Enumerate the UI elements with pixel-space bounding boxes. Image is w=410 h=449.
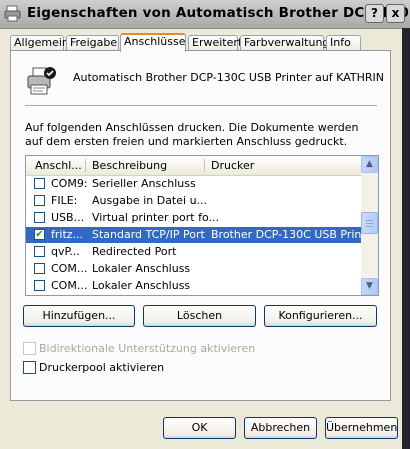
tab-farbverwaltung[interactable]: Farbverwaltung xyxy=(240,35,329,51)
printer-icon xyxy=(27,67,56,95)
printer-pool-label: Druckerpool aktivieren xyxy=(39,361,165,374)
window-title: Eigenschaften von Automatisch Brother DC… xyxy=(27,5,410,21)
port-row[interactable]: COM... Lokaler Anschluss xyxy=(26,261,361,277)
port-name: qvP... xyxy=(51,245,80,258)
column-header-port[interactable]: Anschl... xyxy=(35,159,82,172)
column-separator[interactable] xyxy=(204,159,205,172)
port-name: COM9: xyxy=(51,177,88,190)
printer-name: Automatisch Brother DCP-130C USB Printer… xyxy=(73,71,384,84)
apply-button[interactable]: Übernehmen xyxy=(325,417,398,439)
port-name: USB... xyxy=(51,211,85,224)
port-row[interactable]: USB... Virtual printer port fo... xyxy=(26,210,361,226)
port-checkbox[interactable]: ✔ xyxy=(34,229,45,240)
port-row[interactable]: FILE: Ausgabe in Datei u... xyxy=(26,193,361,209)
port-checkbox[interactable] xyxy=(34,246,45,257)
ok-button[interactable]: OK xyxy=(163,417,236,439)
title-bar: Eigenschaften von Automatisch Brother DC… xyxy=(0,0,410,29)
port-checkbox[interactable] xyxy=(34,178,45,189)
port-description-text: Auf folgenden Anschlüssen drucken. Die D… xyxy=(25,121,359,148)
add-port-button[interactable]: Hinzufügen... xyxy=(23,305,135,327)
port-description: Serieller Anschluss xyxy=(92,177,196,190)
port-name: COM... xyxy=(51,262,88,275)
scroll-down-button[interactable]: ▼ xyxy=(361,278,378,295)
port-printer: Brother DCP-130C USB Printer xyxy=(211,228,377,241)
tab-info[interactable]: Info xyxy=(326,35,361,51)
port-list[interactable]: Anschl... Beschreibung Drucker COM9: Seri… xyxy=(25,155,379,296)
column-separator[interactable] xyxy=(85,159,86,172)
printer-pool-checkbox[interactable] xyxy=(23,361,36,374)
window-edge xyxy=(402,28,410,449)
divider xyxy=(25,105,377,106)
vertical-scrollbar[interactable]: ▲ ▼ xyxy=(361,156,378,295)
tab-allgemein[interactable]: Allgemein xyxy=(10,35,69,51)
port-description: Lokaler Anschluss xyxy=(92,262,191,275)
port-name: fritz... xyxy=(51,228,84,241)
port-description: Redirected Port xyxy=(92,245,177,258)
port-checkbox[interactable] xyxy=(34,263,45,274)
column-header-description[interactable]: Beschreibung xyxy=(92,159,167,172)
scroll-up-button[interactable]: ▲ xyxy=(361,156,378,173)
port-description: Ausgabe in Datei u... xyxy=(92,194,208,207)
tab-panel: Automatisch Brother DCP-130C USB Printer… xyxy=(10,50,391,401)
configure-port-button[interactable]: Konfigurieren... xyxy=(264,305,377,327)
port-description: Standard TCP/IP Port xyxy=(92,228,205,241)
close-button[interactable]: x xyxy=(386,4,405,23)
bidirectional-label: Bidirektionale Unterstützung aktivieren xyxy=(39,342,256,355)
tab-anschluesse[interactable]: Anschlüsse xyxy=(120,33,186,52)
delete-port-button[interactable]: Löschen xyxy=(143,305,256,327)
scroll-thumb[interactable] xyxy=(361,212,378,234)
port-checkbox[interactable] xyxy=(34,195,45,206)
port-checkbox[interactable] xyxy=(34,280,45,291)
port-row[interactable]: ✔ fritz... Standard TCP/IP Port Brother DCP… xyxy=(26,227,377,243)
port-checkbox[interactable] xyxy=(34,212,45,223)
port-description: Virtual printer port fo... xyxy=(92,211,220,224)
port-name: FILE: xyxy=(51,194,78,207)
port-name: COM... xyxy=(51,279,88,292)
printer-icon xyxy=(4,5,21,22)
tab-strip: Allgemein Freigabe Anschlüsse Erweitert … xyxy=(10,33,390,52)
tab-erweitert[interactable]: Erweitert xyxy=(188,35,242,51)
port-row[interactable]: qvP... Redirected Port xyxy=(26,244,361,260)
port-description: Lokaler Anschluss xyxy=(92,279,191,292)
column-header-printer[interactable]: Drucker xyxy=(211,159,254,172)
port-row[interactable]: COM9: Serieller Anschluss xyxy=(26,176,361,192)
port-row[interactable]: COM... Lokaler Anschluss xyxy=(26,278,361,294)
cancel-button[interactable]: Abbrechen xyxy=(244,417,317,439)
list-header: Anschl... Beschreibung Drucker xyxy=(26,156,361,176)
bidirectional-checkbox[interactable] xyxy=(23,342,36,355)
help-button[interactable]: ? xyxy=(365,4,384,23)
tab-freigabe[interactable]: Freigabe xyxy=(66,35,119,51)
